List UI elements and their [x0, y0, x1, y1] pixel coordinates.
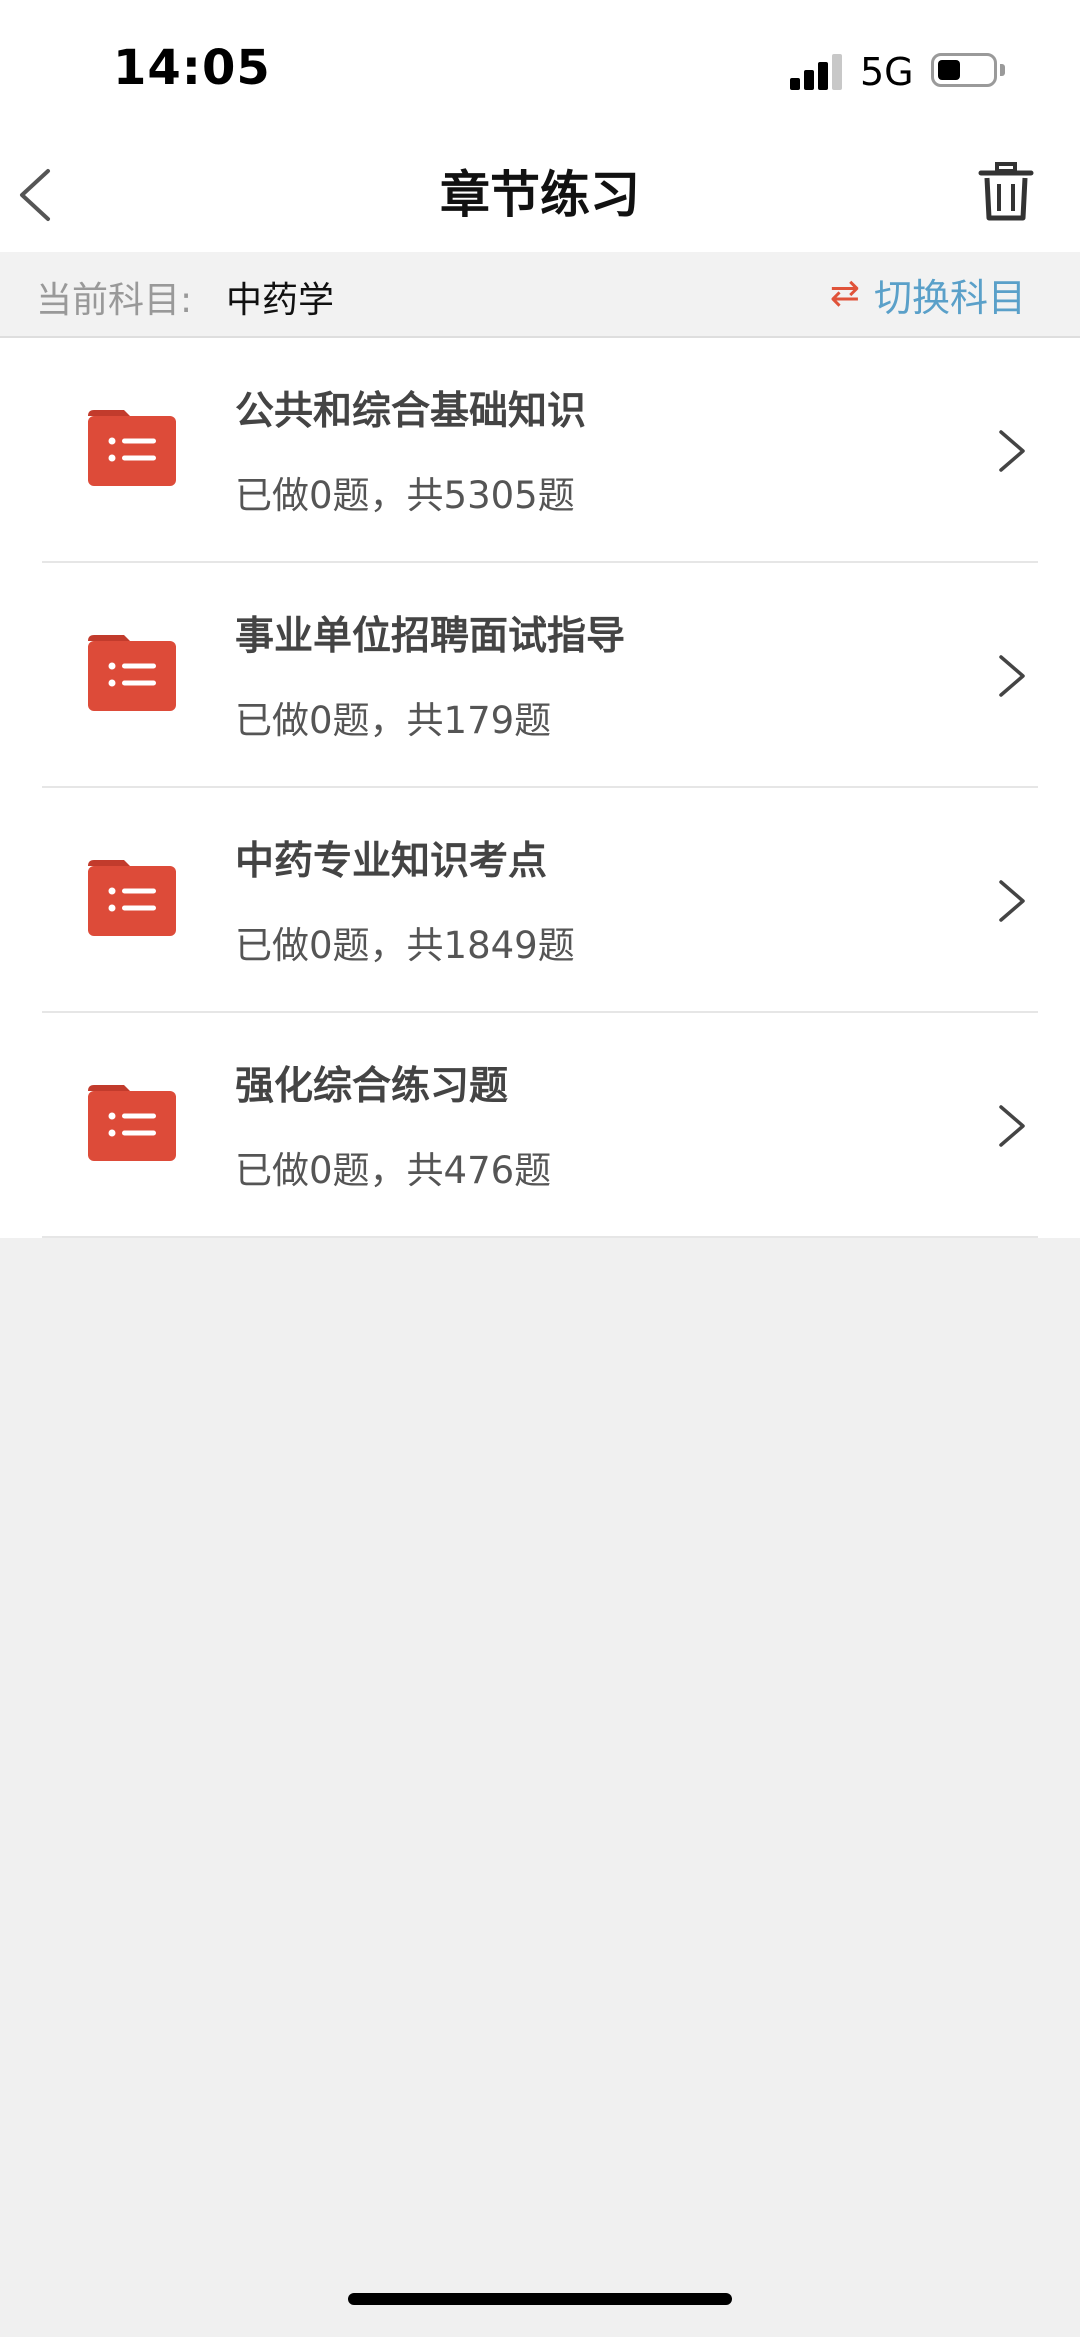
switch-subject-label: 切换科目	[873, 275, 1026, 320]
swap-icon: ⇄	[829, 273, 860, 314]
chapter-progress: 已做0题，共1849题	[235, 924, 575, 967]
chevron-right-icon	[999, 430, 1025, 472]
status-time: 14:05	[113, 40, 271, 96]
chapter-title: 中药专业知识考点	[235, 839, 548, 884]
chapter-list: 公共和综合基础知识 已做0题，共5305题 事业单位招聘面试指导 已做0题，共1…	[0, 338, 1080, 1238]
chevron-right-icon	[999, 655, 1025, 697]
chapter-progress: 已做0题，共476题	[235, 1149, 552, 1192]
trash-icon	[978, 162, 1034, 221]
page-title: 章节练习	[440, 166, 640, 224]
chapter-item[interactable]: 中药专业知识考点 已做0题，共1849题	[0, 788, 1080, 1013]
chapter-item[interactable]: 事业单位招聘面试指导 已做0题，共179题	[0, 563, 1080, 788]
chapter-title: 强化综合练习题	[235, 1064, 509, 1109]
home-indicator[interactable]	[348, 2293, 732, 2305]
chapter-title: 公共和综合基础知识	[235, 389, 587, 434]
signal-strength-icon	[790, 52, 844, 90]
battery-icon	[931, 53, 997, 87]
divider	[42, 1236, 1038, 1238]
chapter-title: 事业单位招聘面试指导	[235, 614, 626, 659]
folder-list-icon	[88, 410, 176, 486]
switch-subject-button[interactable]: ⇄ 切换科目	[830, 266, 1026, 322]
subject-value: 中药学	[226, 280, 335, 321]
chapter-item[interactable]: 公共和综合基础知识 已做0题，共5305题	[0, 338, 1080, 563]
folder-list-icon	[88, 860, 176, 936]
subject-label: 当前科目:	[36, 280, 193, 321]
chevron-right-icon	[999, 880, 1025, 922]
chevron-right-icon	[999, 1105, 1025, 1147]
network-type: 5G	[860, 50, 914, 94]
folder-list-icon	[88, 1085, 176, 1161]
subject-bar: 当前科目: 中药学 ⇄ 切换科目	[0, 252, 1080, 338]
delete-button[interactable]	[978, 162, 1034, 222]
battery-tip	[1000, 64, 1005, 76]
folder-list-icon	[88, 635, 176, 711]
chapter-progress: 已做0题，共179题	[235, 699, 552, 742]
chapter-progress: 已做0题，共5305题	[235, 474, 575, 517]
chapter-item[interactable]: 强化综合练习题 已做0题，共476题	[0, 1013, 1080, 1238]
